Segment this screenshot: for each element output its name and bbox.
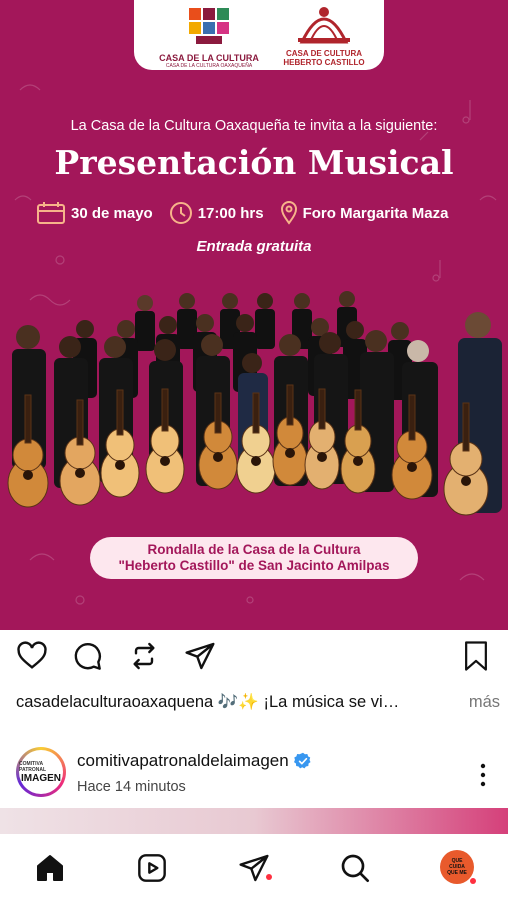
more-options-icon[interactable] xyxy=(480,763,486,787)
post-actions-bar xyxy=(0,640,508,680)
logo-left-sub: CASA DE LA CULTURA OAXAQUEÑA xyxy=(165,63,253,69)
share-icon[interactable] xyxy=(184,640,216,672)
event-title: Presentación Musical xyxy=(54,143,454,182)
event-details: 30 de mayo 17:00 hrs Foro Margarita Maza xyxy=(36,201,464,225)
next-post-username-row: comitivapatronaldelaimagen xyxy=(77,751,312,771)
rondalla-caption-line2: "Heberto Castillo" de San Jacinto Amilpa… xyxy=(118,558,390,573)
logo-right-line1: CASA DE CULTURA xyxy=(286,49,362,58)
heart-icon[interactable] xyxy=(16,640,48,672)
caption-more-link[interactable]: más xyxy=(464,693,500,712)
heberto-castillo-emblem-icon xyxy=(298,7,350,44)
next-post-avatar[interactable]: COMITIVA PATRONAL IMAGEN xyxy=(16,747,66,797)
logo-left-name: CASA DE LA CULTURA xyxy=(159,53,259,63)
logo-card: CASA DE LA CULTURA CASA DE LA CULTURA OA… xyxy=(134,0,384,70)
avatar-line2: IMAGEN xyxy=(21,772,61,784)
avatar-line1: COMITIVA PATRONAL xyxy=(19,760,47,773)
post-image[interactable]: CASA DE LA CULTURA CASA DE LA CULTURA OA… xyxy=(0,0,508,630)
heberto-castillo-logo: CASA DE CULTURA HEBERTO CASTILLO xyxy=(274,2,374,67)
event-venue-text: Foro Margarita Maza xyxy=(302,204,449,222)
repost-icon[interactable] xyxy=(128,640,160,672)
comment-icon[interactable] xyxy=(71,640,103,672)
bottom-nav-bar: QUE CUIDA QUE ME xyxy=(0,834,508,900)
reels-icon[interactable] xyxy=(136,852,168,884)
location-pin-icon xyxy=(280,201,297,225)
home-icon[interactable] xyxy=(34,852,66,884)
event-time: 17:00 hrs xyxy=(169,201,264,225)
caption-username[interactable]: casadelaculturaoaxaquena xyxy=(16,693,213,711)
next-post-username[interactable]: comitivapatronaldelaimagen xyxy=(77,751,289,771)
entry-text: Entrada gratuita xyxy=(196,238,312,255)
post-caption[interactable]: casadelaculturaoaxaquena 🎶✨ ¡La música s… xyxy=(16,693,500,712)
search-icon[interactable] xyxy=(339,852,371,884)
profile-notification-dot xyxy=(470,878,476,884)
next-post-header: COMITIVA PATRONAL IMAGEN comitivapatrona… xyxy=(16,747,496,803)
logo-right-line2: HEBERTO CASTILLO xyxy=(283,58,365,67)
rondalla-caption-line1: Rondalla de la Casa de la Cultura xyxy=(147,542,361,557)
profile-avatar-text: QUE CUIDA QUE ME xyxy=(447,858,467,876)
casa-cultura-emblem-icon xyxy=(189,8,229,44)
calendar-icon xyxy=(37,202,65,224)
casa-cultura-logo: CASA DE LA CULTURA CASA DE LA CULTURA OA… xyxy=(154,6,264,69)
rondalla-group-photo xyxy=(7,291,502,516)
next-post-time: Hace 14 minutos xyxy=(77,779,186,795)
event-date-text: 30 de mayo xyxy=(71,204,153,222)
profile-avatar[interactable]: QUE CUIDA QUE ME xyxy=(440,850,474,884)
verified-badge-icon xyxy=(293,752,311,769)
event-date: 30 de mayo xyxy=(36,201,153,225)
invite-text: La Casa de la Cultura Oaxaqueña te invit… xyxy=(70,118,438,134)
event-venue: Foro Margarita Maza xyxy=(280,201,449,225)
event-time-text: 17:00 hrs xyxy=(197,204,264,222)
messages-icon[interactable] xyxy=(238,852,270,884)
clock-icon xyxy=(169,202,192,224)
rondalla-caption-pill: Rondalla de la Casa de la Cultura "Heber… xyxy=(90,537,418,579)
next-post-image-preview[interactable] xyxy=(0,808,508,834)
bookmark-icon[interactable] xyxy=(461,640,491,672)
messages-notification-dot xyxy=(266,874,272,880)
caption-text: 🎶✨ ¡La música se vi… xyxy=(213,693,400,711)
